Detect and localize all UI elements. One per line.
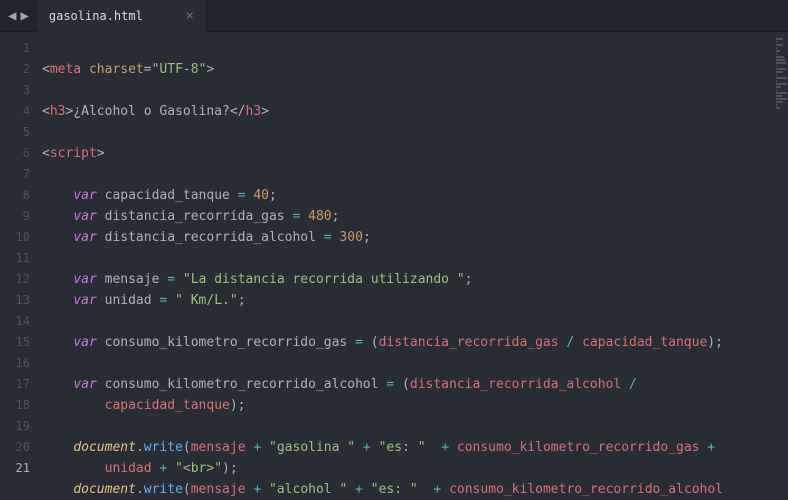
code-line: var capacidad_tanque = 40;	[42, 188, 277, 203]
editor: 1 2 3 4 5 6 7 8 9 10 11 12 13 14 15 16 1…	[0, 32, 788, 500]
minimap[interactable]	[776, 32, 788, 500]
code-line: <script>	[42, 146, 105, 161]
line-number: 7	[0, 164, 30, 185]
line-number: 1	[0, 38, 30, 59]
title-bar: ◀ ▶ gasolina.html ×	[0, 0, 788, 32]
code-line	[42, 83, 50, 98]
line-number: 11	[0, 248, 30, 269]
code-line	[42, 356, 50, 371]
line-number: 3	[0, 80, 30, 101]
line-number: 18	[0, 395, 30, 416]
forward-icon[interactable]: ▶	[18, 8, 30, 24]
line-number: 8	[0, 185, 30, 206]
code-line: var distancia_recorrida_gas = 480;	[42, 209, 339, 224]
line-number: 20	[0, 437, 30, 458]
line-number: 21	[0, 458, 30, 479]
nav-arrows: ◀ ▶	[0, 8, 37, 24]
code-line: <h3>¿Alcohol o Gasolina?</h3>	[42, 104, 269, 119]
code-line: var mensaje = "La distancia recorrida ut…	[42, 272, 473, 287]
line-number: 4	[0, 101, 30, 122]
line-number: 16	[0, 353, 30, 374]
tab-gasolina[interactable]: gasolina.html ×	[37, 0, 207, 32]
line-number: 6	[0, 143, 30, 164]
line-number: 17	[0, 374, 30, 395]
line-number: 5	[0, 122, 30, 143]
back-icon[interactable]: ◀	[6, 8, 18, 24]
line-number: 14	[0, 311, 30, 332]
code-line	[42, 251, 50, 266]
close-icon[interactable]: ×	[185, 8, 193, 24]
code-area[interactable]: <meta charset="UTF-8"> <h3>¿Alcohol o Ga…	[42, 32, 788, 500]
line-number: 2	[0, 59, 30, 80]
code-line: var distancia_recorrida_alcohol = 300;	[42, 230, 371, 245]
code-line: var consumo_kilometro_recorrido_gas = (d…	[42, 335, 723, 350]
line-number: 10	[0, 227, 30, 248]
line-number: 12	[0, 269, 30, 290]
code-line: <meta charset="UTF-8">	[42, 62, 214, 77]
code-line	[42, 314, 50, 329]
code-line: document.write(mensaje + "alcohol " + "e…	[42, 482, 723, 500]
code-line: var unidad = " Km/L.";	[42, 293, 246, 308]
gutter: 1 2 3 4 5 6 7 8 9 10 11 12 13 14 15 16 1…	[0, 32, 42, 500]
line-number: 13	[0, 290, 30, 311]
code-line	[42, 167, 50, 182]
code-line: document.write(mensaje + "gasolina " + "…	[42, 440, 723, 476]
line-number: 15	[0, 332, 30, 353]
line-number: 9	[0, 206, 30, 227]
code-line: var consumo_kilometro_recorrido_alcohol …	[42, 377, 645, 413]
code-line	[42, 419, 50, 434]
tab-filename: gasolina.html	[49, 9, 143, 23]
line-number: 19	[0, 416, 30, 437]
code-line	[42, 125, 50, 140]
